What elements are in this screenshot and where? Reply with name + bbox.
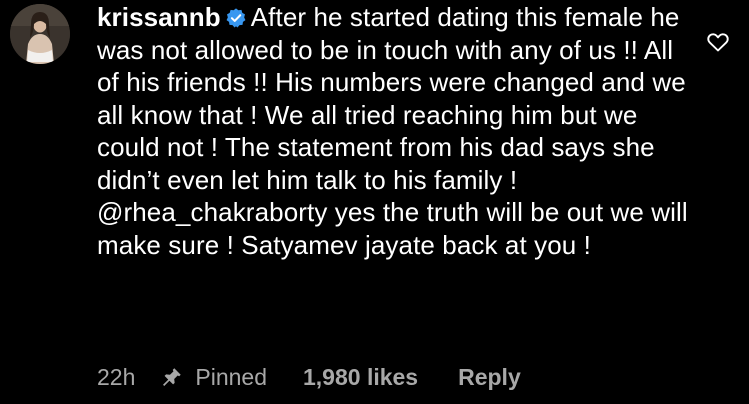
likes-count[interactable]: 1,980 likes [303,364,418,391]
comment-meta: 22h Pinned 1,980 likes Reply [97,362,521,392]
heart-icon [707,33,729,52]
pinned-label: Pinned [195,363,267,390]
avatar-image [10,4,70,64]
comment-text: After he started dating this female he w… [97,2,688,260]
timestamp: 22h [97,363,136,390]
avatar[interactable] [10,4,70,64]
like-button[interactable] [706,30,730,54]
comment: krissannb After he started dating this fe… [0,0,749,404]
username[interactable]: krissannb [97,2,221,32]
reply-button[interactable]: Reply [458,364,521,391]
pin-icon [163,368,182,386]
verified-badge-icon [226,8,246,28]
comment-body: krissannb After he started dating this fe… [97,1,697,261]
